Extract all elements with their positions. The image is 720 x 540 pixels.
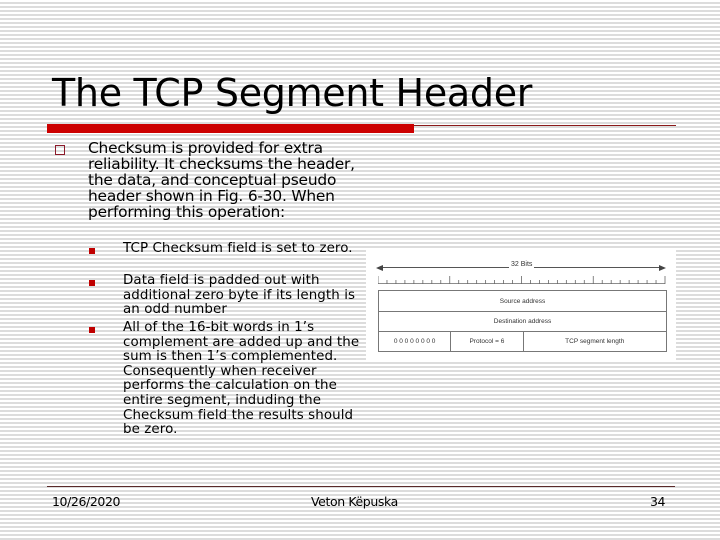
figure-row: Destination address [379, 311, 666, 332]
slide-number: 34 [650, 494, 666, 509]
title-underline-bar [47, 124, 414, 133]
bullet-text: Checksum is provided for extra reliabili… [88, 139, 355, 221]
bit-ruler [378, 276, 666, 284]
footer-rule [47, 486, 675, 487]
footer-author: Veton Këpuska [311, 494, 398, 509]
sub-bullet-text: Data field is padded out with additional… [123, 273, 356, 318]
filled-square-bullet-icon [89, 327, 95, 333]
sub-bullet-text: TCP Checksum field is set to zero. [123, 241, 353, 256]
filled-square-bullet-icon [89, 280, 95, 286]
arrow-left-icon [376, 264, 383, 271]
protocol-cell: Protocol = 6 [450, 331, 522, 351]
segment-length-cell: TCP segment length [522, 331, 667, 351]
footer-date: 10/26/2020 [52, 494, 121, 509]
figure-row: Source address [379, 291, 666, 312]
filled-square-bullet-icon [89, 248, 95, 254]
source-address-cell: Source address [499, 297, 546, 305]
figure-row: 0 0 0 0 0 0 0 0 Protocol = 6 TCP segment… [379, 331, 666, 351]
pseudo-header-figure: 32 Bits Source address Destination addre… [366, 249, 676, 361]
title-underline-rule [414, 125, 676, 126]
pseudo-header-table: Source address Destination address 0 0 0… [378, 290, 667, 352]
arrow-right-icon [659, 264, 666, 271]
hollow-square-bullet-icon [55, 145, 65, 155]
bit-width-label: 32 Bits [509, 261, 535, 268]
zero-byte-cell: 0 0 0 0 0 0 0 0 [393, 337, 436, 345]
slide-title: The TCP Segment Header [52, 71, 533, 115]
sub-bullet-text: All of the 16-bit words in 1’s complemen… [123, 320, 360, 438]
destination-address-cell: Destination address [493, 317, 552, 325]
